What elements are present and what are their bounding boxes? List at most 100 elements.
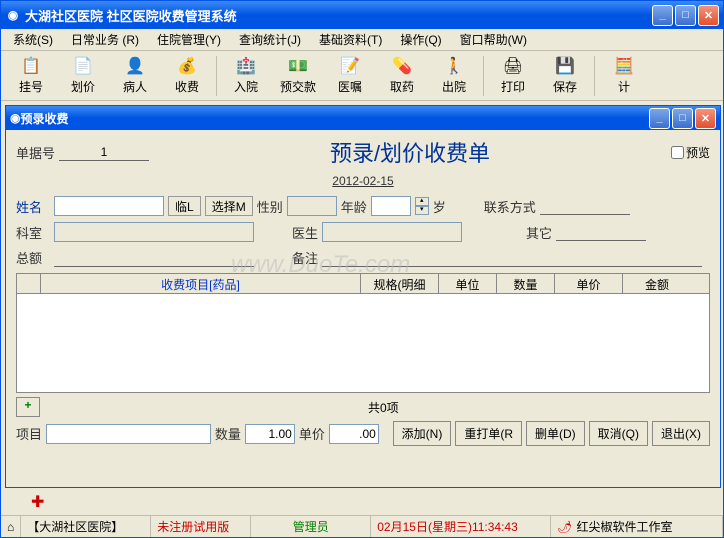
col-item: 收费项目[药品] xyxy=(41,274,361,293)
total-label: 总额 xyxy=(16,248,50,267)
qty-label: 数量 xyxy=(215,424,241,443)
menu-daily[interactable]: 日常业务 (R) xyxy=(65,29,145,50)
age-spinner[interactable]: ▴▾ xyxy=(415,197,429,215)
contact-label: 联系方式 xyxy=(484,197,536,216)
close-button[interactable]: ✕ xyxy=(698,5,719,26)
age-unit: 岁 xyxy=(433,197,446,216)
child-title: 预录收费 xyxy=(20,110,68,127)
name-input[interactable] xyxy=(54,196,164,216)
child-icon: ◉ xyxy=(10,111,20,125)
medical-cross-icon: ✚ xyxy=(31,492,44,512)
item-label: 项目 xyxy=(16,424,42,443)
gender-label: 性别 xyxy=(257,197,283,216)
tool-pricing[interactable]: 📄划价 xyxy=(57,53,109,99)
reprint-button[interactable]: 重打单(R xyxy=(455,421,522,446)
child-close-button[interactable]: ✕ xyxy=(695,108,716,129)
add-row-button[interactable]: + xyxy=(16,397,40,417)
tool-prepay[interactable]: 💵预交款 xyxy=(272,53,324,99)
price-input[interactable] xyxy=(329,424,379,444)
tool-calc[interactable]: 🧮计 xyxy=(598,53,650,99)
maximize-button[interactable]: □ xyxy=(675,5,696,26)
col-spec: 规格(明细 xyxy=(361,274,439,293)
total-input[interactable] xyxy=(54,249,254,267)
price-label: 单价 xyxy=(299,424,325,443)
tool-print[interactable]: 🖨打印 xyxy=(487,53,539,99)
save-icon: 💾 xyxy=(555,56,575,76)
medicine-icon: 💊 xyxy=(392,56,412,76)
main-window: ◉ 大湖社区医院 社区医院收费管理系统 _ □ ✕ 系统(S) 日常业务 (R)… xyxy=(0,0,724,538)
menu-system[interactable]: 系统(S) xyxy=(7,29,59,50)
statusbar: ⌂ 【大湖社区医院】 未注册试用版 管理员 02月15日(星期三)11:34:4… xyxy=(1,515,723,537)
tool-order[interactable]: 📝医嘱 xyxy=(324,53,376,99)
main-titlebar[interactable]: ◉ 大湖社区医院 社区医院收费管理系统 _ □ ✕ xyxy=(1,1,723,29)
child-window: ◉ 预录收费 _ □ ✕ 单据号 预录/划价收费单 预览 2012-02-15 xyxy=(5,105,721,488)
calc-icon: 🧮 xyxy=(614,56,634,76)
exit-button[interactable]: 退出(X) xyxy=(652,421,710,446)
status-home-icon: ⌂ xyxy=(1,516,21,537)
tool-charge[interactable]: 💰收费 xyxy=(161,53,213,99)
item-input[interactable] xyxy=(46,424,211,444)
status-company: 🌶 红尖椒软件工作室 xyxy=(551,516,723,537)
preview-checkbox[interactable] xyxy=(671,146,684,159)
docno-input[interactable] xyxy=(59,143,149,161)
menu-basedata[interactable]: 基础资料(T) xyxy=(313,29,388,50)
delete-button[interactable]: 删单(D) xyxy=(526,421,585,446)
contact-input[interactable] xyxy=(540,197,630,215)
doctor-label: 医生 xyxy=(292,223,318,242)
prepay-icon: 💵 xyxy=(288,56,308,76)
print-icon: 🖨 xyxy=(503,56,523,76)
docno-label: 单据号 xyxy=(16,143,55,162)
age-label: 年龄 xyxy=(341,197,367,216)
spin-down-icon[interactable]: ▾ xyxy=(415,206,429,215)
toolbar-separator xyxy=(216,56,217,96)
other-input[interactable] xyxy=(556,223,646,241)
child-maximize-button[interactable]: □ xyxy=(672,108,693,129)
toolbar-separator xyxy=(483,56,484,96)
item-count: 共0项 xyxy=(368,399,399,416)
items-table[interactable]: 收费项目[药品] 规格(明细 单位 数量 单价 金额 xyxy=(16,273,710,393)
menu-help[interactable]: 窗口帮助(W) xyxy=(454,29,533,50)
tool-register[interactable]: 📋挂号 xyxy=(5,53,57,99)
add-button[interactable]: 添加(N) xyxy=(393,421,452,446)
dept-input[interactable] xyxy=(54,222,254,242)
tool-patient[interactable]: 👤病人 xyxy=(109,53,161,99)
remark-label: 备注 xyxy=(292,248,318,267)
status-registration: 未注册试用版 xyxy=(151,516,251,537)
cancel-button[interactable]: 取消(Q) xyxy=(589,421,648,446)
child-titlebar[interactable]: ◉ 预录收费 _ □ ✕ xyxy=(6,106,720,130)
order-icon: 📝 xyxy=(340,56,360,76)
name-label: 姓名 xyxy=(16,197,50,216)
admit-icon: 🏥 xyxy=(236,56,256,76)
tool-save[interactable]: 💾保存 xyxy=(539,53,591,99)
dept-label: 科室 xyxy=(16,223,50,242)
child-minimize-button[interactable]: _ xyxy=(649,108,670,129)
remark-input[interactable] xyxy=(322,249,702,267)
col-amount: 金额 xyxy=(623,274,691,293)
tool-discharge[interactable]: 🚶出院 xyxy=(428,53,480,99)
chili-icon: 🌶 xyxy=(557,520,572,534)
gender-input[interactable] xyxy=(287,196,337,216)
doctor-input[interactable] xyxy=(322,222,462,242)
col-qty: 数量 xyxy=(497,274,555,293)
age-input[interactable] xyxy=(371,196,411,216)
tool-medicine[interactable]: 💊取药 xyxy=(376,53,428,99)
form-date: 2012-02-15 xyxy=(16,174,710,188)
temp-button[interactable]: 临L xyxy=(168,196,201,216)
charge-icon: 💰 xyxy=(177,56,197,76)
toolbar-separator xyxy=(594,56,595,96)
table-header: 收费项目[药品] 规格(明细 单位 数量 单价 金额 xyxy=(17,274,709,294)
spin-up-icon[interactable]: ▴ xyxy=(415,197,429,206)
app-icon: ◉ xyxy=(5,7,21,23)
status-hospital: 【大湖社区医院】 xyxy=(21,516,151,537)
other-label: 其它 xyxy=(526,223,552,242)
minimize-button[interactable]: _ xyxy=(652,5,673,26)
status-datetime: 02月15日(星期三)11:34:43 xyxy=(371,516,551,537)
menu-query[interactable]: 查询统计(J) xyxy=(233,29,307,50)
menu-operate[interactable]: 操作(Q) xyxy=(394,29,447,50)
select-button[interactable]: 选择M xyxy=(205,196,253,216)
menu-inpatient[interactable]: 住院管理(Y) xyxy=(151,29,227,50)
qty-input[interactable] xyxy=(245,424,295,444)
col-rownum xyxy=(17,274,41,293)
tool-admit[interactable]: 🏥入院 xyxy=(220,53,272,99)
toolbar: 📋挂号 📄划价 👤病人 💰收费 🏥入院 💵预交款 📝医嘱 💊取药 🚶出院 🖨打印… xyxy=(1,51,723,101)
